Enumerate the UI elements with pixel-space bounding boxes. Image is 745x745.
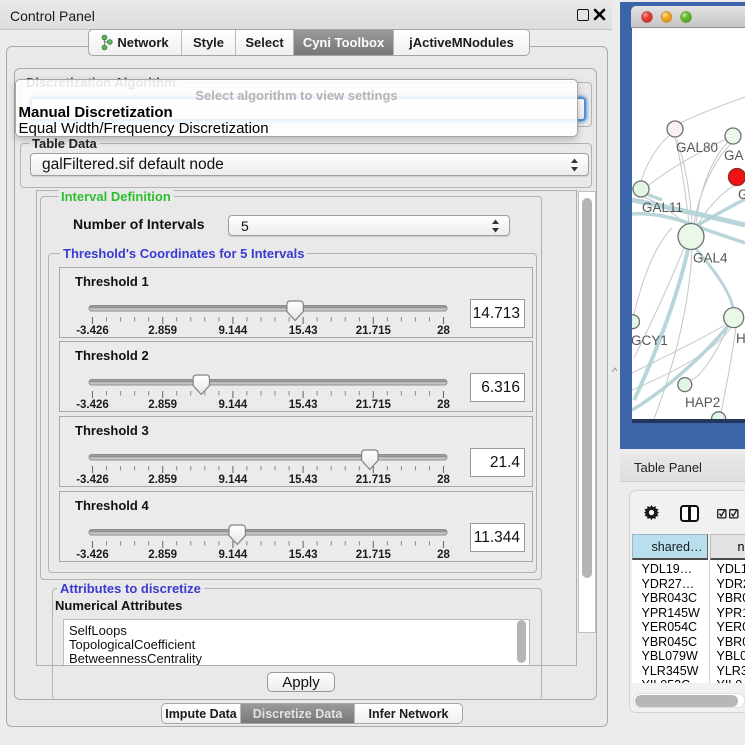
svg-text:15.43: 15.43 — [289, 474, 318, 483]
svg-text:HAP2: HAP2 — [685, 395, 720, 410]
svg-text:15.43: 15.43 — [289, 325, 318, 334]
svg-text:28: 28 — [437, 325, 450, 334]
svg-text:-3.426: -3.426 — [76, 549, 109, 558]
svg-text:21.715: 21.715 — [356, 399, 392, 408]
svg-text:GAL4: GAL4 — [693, 251, 728, 266]
svg-text:-3.426: -3.426 — [76, 399, 109, 408]
svg-text:2.859: 2.859 — [148, 549, 177, 558]
svg-text:GCY1: GCY1 — [632, 333, 668, 348]
svg-text:G: G — [738, 187, 745, 202]
svg-text:2.859: 2.859 — [148, 474, 177, 483]
svg-text:28: 28 — [437, 399, 450, 408]
svg-text:9.144: 9.144 — [219, 325, 248, 334]
svg-text:21.715: 21.715 — [356, 325, 392, 334]
svg-text:28: 28 — [437, 474, 450, 483]
svg-text:15.43: 15.43 — [289, 549, 318, 558]
svg-text:GAL11: GAL11 — [642, 200, 683, 215]
svg-text:H: H — [736, 331, 745, 346]
svg-text:15.43: 15.43 — [289, 399, 318, 408]
svg-text:9.144: 9.144 — [219, 474, 248, 483]
svg-text:21.715: 21.715 — [356, 474, 392, 483]
svg-text:9.144: 9.144 — [219, 549, 248, 558]
svg-text:-3.426: -3.426 — [76, 325, 109, 334]
svg-text:GA: GA — [724, 148, 744, 163]
svg-text:9.144: 9.144 — [219, 399, 248, 408]
svg-text:2.859: 2.859 — [148, 399, 177, 408]
svg-text:21.715: 21.715 — [356, 549, 392, 558]
svg-text:GAL80: GAL80 — [676, 140, 718, 155]
svg-text:-3.426: -3.426 — [76, 474, 109, 483]
svg-text:28: 28 — [437, 549, 450, 558]
svg-text:2.859: 2.859 — [148, 325, 177, 334]
